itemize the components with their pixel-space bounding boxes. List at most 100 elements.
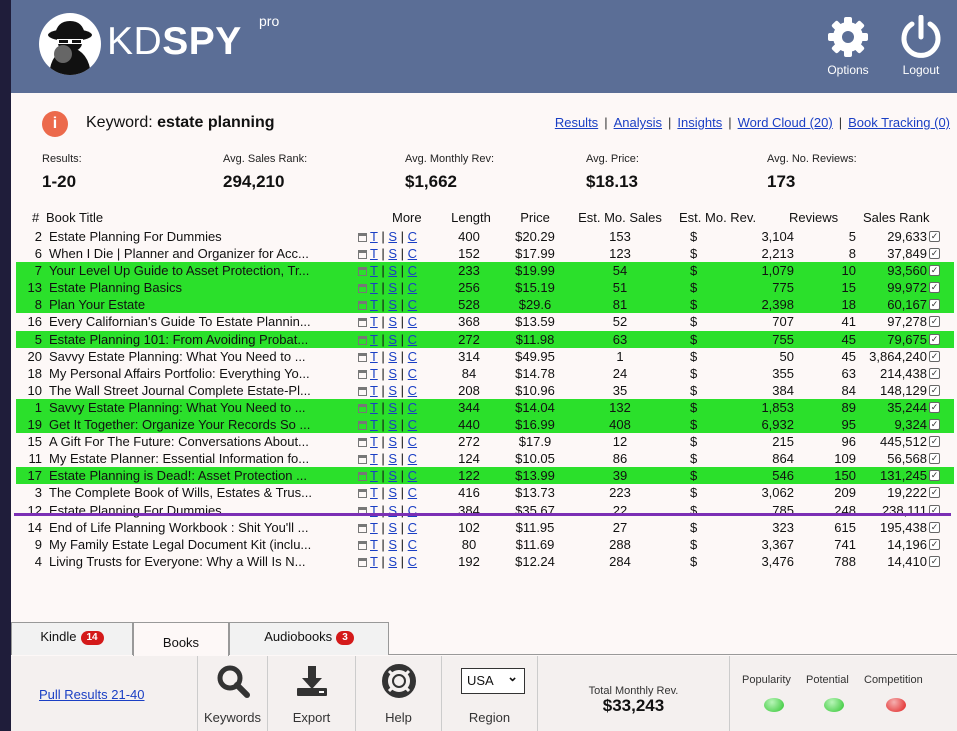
table-row[interactable]: 19 Get It Together: Organize Your Records…: [16, 416, 954, 434]
book-title[interactable]: My Estate Planner: Essential Information…: [49, 451, 354, 466]
sales-link[interactable]: S: [388, 554, 397, 569]
book-title[interactable]: My Family Estate Legal Document Kit (inc…: [49, 537, 354, 552]
title-link[interactable]: T: [370, 229, 378, 244]
calendar-icon[interactable]: [358, 403, 367, 413]
competition-link[interactable]: C: [408, 400, 417, 415]
calendar-icon[interactable]: [358, 352, 367, 362]
calendar-icon[interactable]: [358, 540, 367, 550]
competition-link[interactable]: C: [408, 314, 417, 329]
options-button[interactable]: Options: [816, 15, 880, 77]
calendar-icon[interactable]: [358, 557, 367, 567]
title-link[interactable]: T: [370, 332, 378, 347]
track-checkbox[interactable]: ✓: [929, 282, 940, 294]
competition-link[interactable]: C: [408, 229, 417, 244]
insights-link[interactable]: Insights: [677, 115, 722, 130]
title-link[interactable]: T: [370, 485, 378, 500]
col-price-header[interactable]: Price: [510, 210, 560, 225]
calendar-icon[interactable]: [358, 335, 367, 345]
table-row[interactable]: 17 Estate Planning is Dead!: Asset Protec…: [16, 467, 954, 485]
table-row[interactable]: 13 Estate Planning Basics T | S | C 256 $15.…: [16, 279, 954, 297]
competition-link[interactable]: C: [408, 468, 417, 483]
calendar-icon[interactable]: [358, 369, 367, 379]
book-title[interactable]: End of Life Planning Workbook : Shit You…: [49, 520, 354, 535]
book-title[interactable]: Your Level Up Guide to Asset Protection,…: [49, 263, 354, 278]
competition-link[interactable]: C: [408, 417, 417, 432]
col-rev-header[interactable]: Est. Mo. Rev.: [679, 210, 756, 225]
title-link[interactable]: T: [370, 400, 378, 415]
col-rank-header[interactable]: Sales Rank: [863, 210, 929, 225]
help-button[interactable]: Help: [355, 656, 441, 731]
table-row[interactable]: 9 My Family Estate Legal Document Kit (in…: [16, 536, 954, 553]
table-row[interactable]: 10 The Wall Street Journal Complete Estat…: [16, 382, 954, 399]
book-title[interactable]: A Gift For The Future: Conversations Abo…: [49, 434, 354, 449]
calendar-icon[interactable]: [358, 523, 367, 533]
table-row[interactable]: 11 My Estate Planner: Essential Informati…: [16, 450, 954, 467]
calendar-icon[interactable]: [358, 301, 367, 311]
track-checkbox[interactable]: ✓: [929, 367, 940, 379]
sales-link[interactable]: S: [388, 349, 397, 364]
competition-link[interactable]: C: [408, 280, 417, 295]
sales-link[interactable]: S: [388, 451, 397, 466]
title-link[interactable]: T: [370, 554, 378, 569]
sales-link[interactable]: S: [388, 280, 397, 295]
track-checkbox[interactable]: ✓: [929, 316, 940, 328]
track-checkbox[interactable]: ✓: [929, 419, 940, 431]
table-row[interactable]: 20 Savvy Estate Planning: What You Need t…: [16, 348, 954, 365]
logout-button[interactable]: Logout: [889, 15, 953, 77]
word-cloud-link[interactable]: Word Cloud (20): [738, 115, 833, 130]
competition-link[interactable]: C: [408, 485, 417, 500]
track-checkbox[interactable]: ✓: [929, 453, 940, 465]
book-title[interactable]: Plan Your Estate: [49, 297, 354, 312]
book-title[interactable]: Estate Planning Basics: [49, 280, 354, 295]
sales-link[interactable]: S: [388, 468, 397, 483]
book-title[interactable]: Savvy Estate Planning: What You Need to …: [49, 349, 354, 364]
sales-link[interactable]: S: [388, 314, 397, 329]
competition-link[interactable]: C: [408, 434, 417, 449]
track-checkbox[interactable]: ✓: [929, 384, 940, 396]
title-link[interactable]: T: [370, 366, 378, 381]
track-checkbox[interactable]: ✓: [929, 555, 940, 567]
title-link[interactable]: T: [370, 520, 378, 535]
analysis-link[interactable]: Analysis: [614, 115, 662, 130]
book-title[interactable]: Every Californian's Guide To Estate Plan…: [49, 314, 354, 329]
calendar-icon[interactable]: [358, 250, 367, 260]
book-tracking-link[interactable]: Book Tracking (0): [848, 115, 950, 130]
table-row[interactable]: 12 Estate Planning For Dummies T | S | C 38…: [16, 502, 954, 519]
pull-results-link[interactable]: Pull Results 21-40: [39, 687, 145, 702]
title-link[interactable]: T: [370, 246, 378, 261]
title-link[interactable]: T: [370, 383, 378, 398]
competition-link[interactable]: C: [408, 554, 417, 569]
keywords-button[interactable]: Keywords: [197, 656, 267, 731]
tab-kindle[interactable]: Kindle 14: [11, 622, 133, 655]
calendar-icon[interactable]: [358, 386, 367, 396]
track-checkbox[interactable]: ✓: [929, 265, 940, 277]
col-length-header[interactable]: Length: [446, 210, 496, 225]
info-icon[interactable]: i: [42, 111, 68, 137]
competition-link[interactable]: C: [408, 383, 417, 398]
book-title[interactable]: Savvy Estate Planning: What You Need to …: [49, 400, 354, 415]
calendar-icon[interactable]: [358, 267, 367, 277]
sales-link[interactable]: S: [388, 485, 397, 500]
col-reviews-header[interactable]: Reviews: [789, 210, 838, 225]
sales-link[interactable]: S: [388, 263, 397, 278]
table-row[interactable]: 18 My Personal Affairs Portfolio: Everyth…: [16, 365, 954, 382]
competition-link[interactable]: C: [408, 297, 417, 312]
competition-link[interactable]: C: [408, 537, 417, 552]
book-title[interactable]: Living Trusts for Everyone: Why a Will I…: [49, 554, 354, 569]
calendar-icon[interactable]: [358, 421, 367, 431]
table-row[interactable]: 6 When I Die | Planner and Organizer for …: [16, 245, 954, 262]
track-checkbox[interactable]: ✓: [929, 401, 940, 413]
calendar-icon[interactable]: [358, 489, 367, 499]
calendar-icon[interactable]: [358, 455, 367, 465]
competition-link[interactable]: C: [408, 451, 417, 466]
sales-link[interactable]: S: [388, 400, 397, 415]
results-link[interactable]: Results: [555, 115, 598, 130]
table-row[interactable]: 5 Estate Planning 101: From Avoiding Prob…: [16, 330, 954, 348]
col-title-header[interactable]: Book Title: [46, 210, 351, 225]
book-title[interactable]: The Complete Book of Wills, Estates & Tr…: [49, 485, 354, 500]
table-row[interactable]: 16 Every Californian's Guide To Estate Pl…: [16, 313, 954, 330]
table-row[interactable]: 1 Savvy Estate Planning: What You Need to…: [16, 398, 954, 417]
table-row[interactable]: 3 The Complete Book of Wills, Estates & T…: [16, 484, 954, 501]
col-sales-header[interactable]: Est. Mo. Sales: [574, 210, 666, 225]
sales-link[interactable]: S: [388, 434, 397, 449]
